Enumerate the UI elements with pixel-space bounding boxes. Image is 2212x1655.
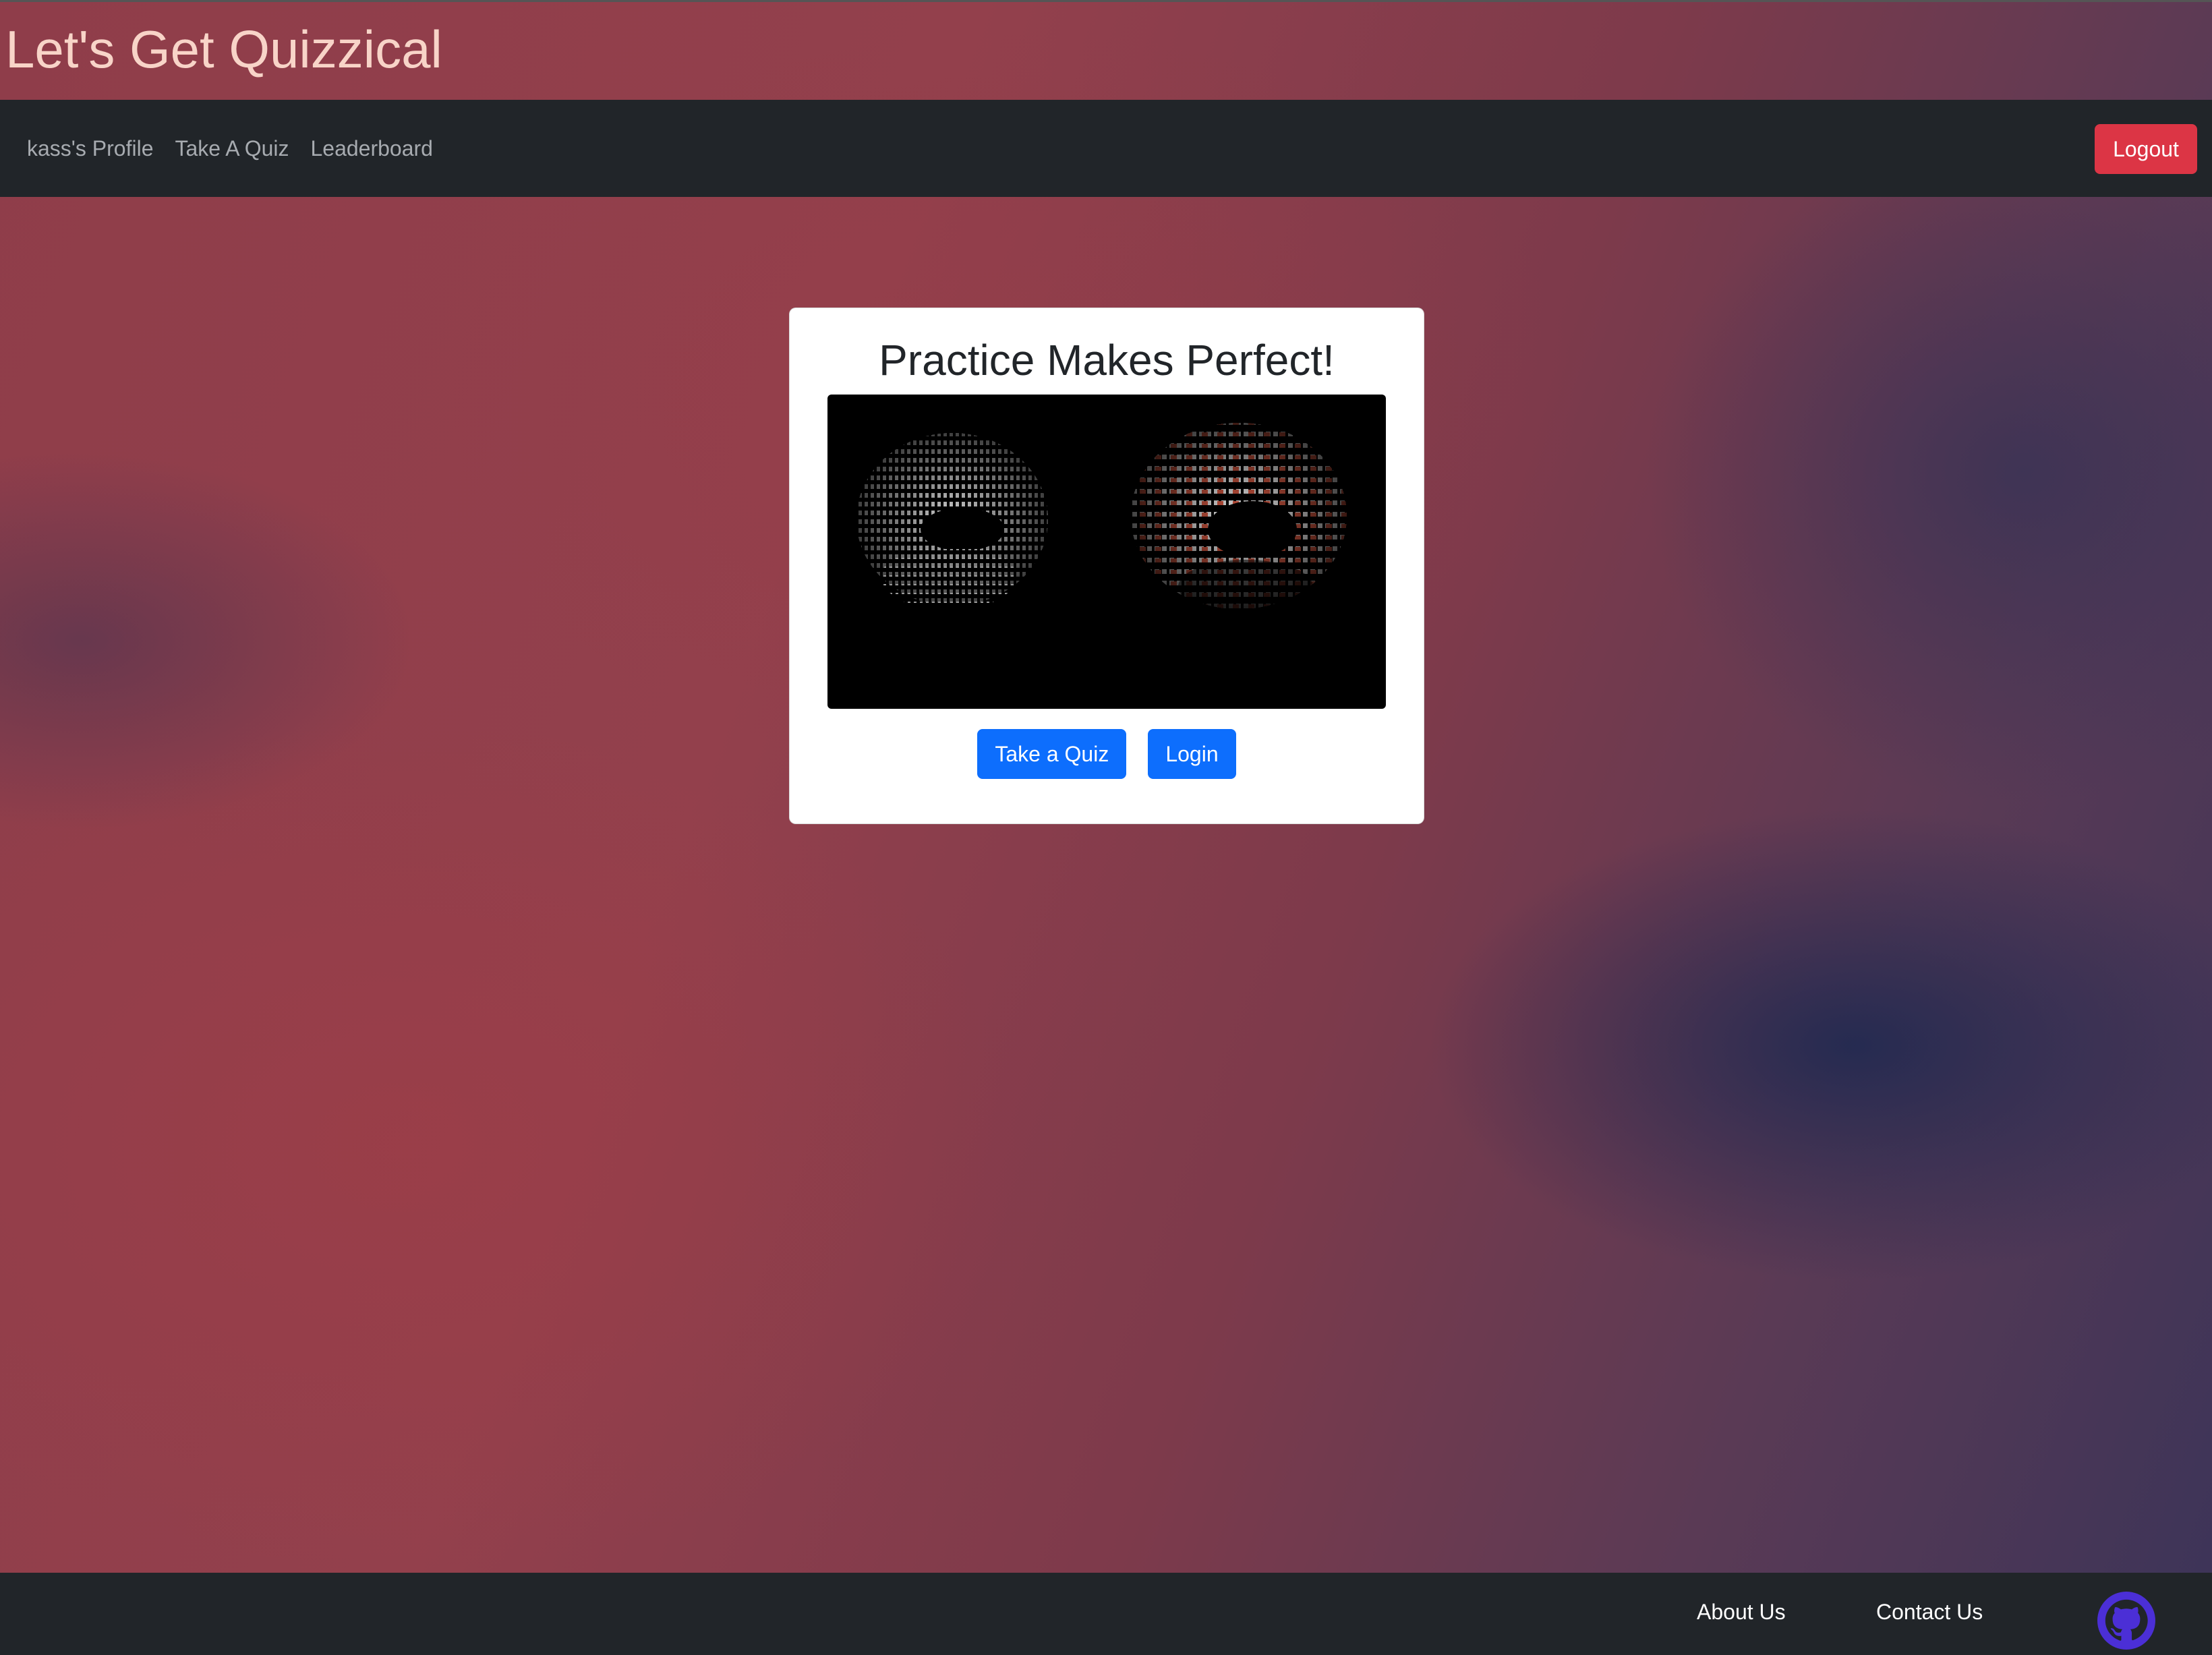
about-us-link[interactable]: About Us (1697, 1600, 1786, 1625)
take-quiz-button[interactable]: Take a Quiz (977, 729, 1127, 779)
github-icon[interactable] (2097, 1592, 2155, 1650)
ascii-donut-graphic (856, 423, 1347, 614)
nav-leaderboard-link[interactable]: Leaderboard (310, 136, 432, 161)
site-header: Let's Get Quizzical (0, 0, 2212, 100)
github-icon-graphic (2097, 1592, 2155, 1650)
contact-us-link[interactable]: Contact Us (1876, 1600, 1983, 1625)
nav-profile-link[interactable]: kass's Profile (27, 136, 154, 161)
card-actions: Take a Quiz Login (790, 729, 1424, 779)
login-button[interactable]: Login (1148, 729, 1236, 779)
logout-button[interactable]: Logout (2095, 124, 2197, 174)
card-title: Practice Makes Perfect! (879, 336, 1335, 384)
ascii-donut-image (827, 395, 1386, 709)
site-title: Let's Get Quizzical (5, 20, 442, 79)
main-navbar: kass's Profile Take A Quiz Leaderboard L… (0, 100, 2212, 197)
nav-take-quiz-link[interactable]: Take A Quiz (175, 136, 289, 161)
right-code-donut (1131, 423, 1347, 614)
practice-card: Practice Makes Perfect! Take a Quiz Logi… (789, 308, 1424, 824)
site-footer: About Us Contact Us (0, 1573, 2212, 1655)
left-ascii-donut (856, 433, 1048, 610)
